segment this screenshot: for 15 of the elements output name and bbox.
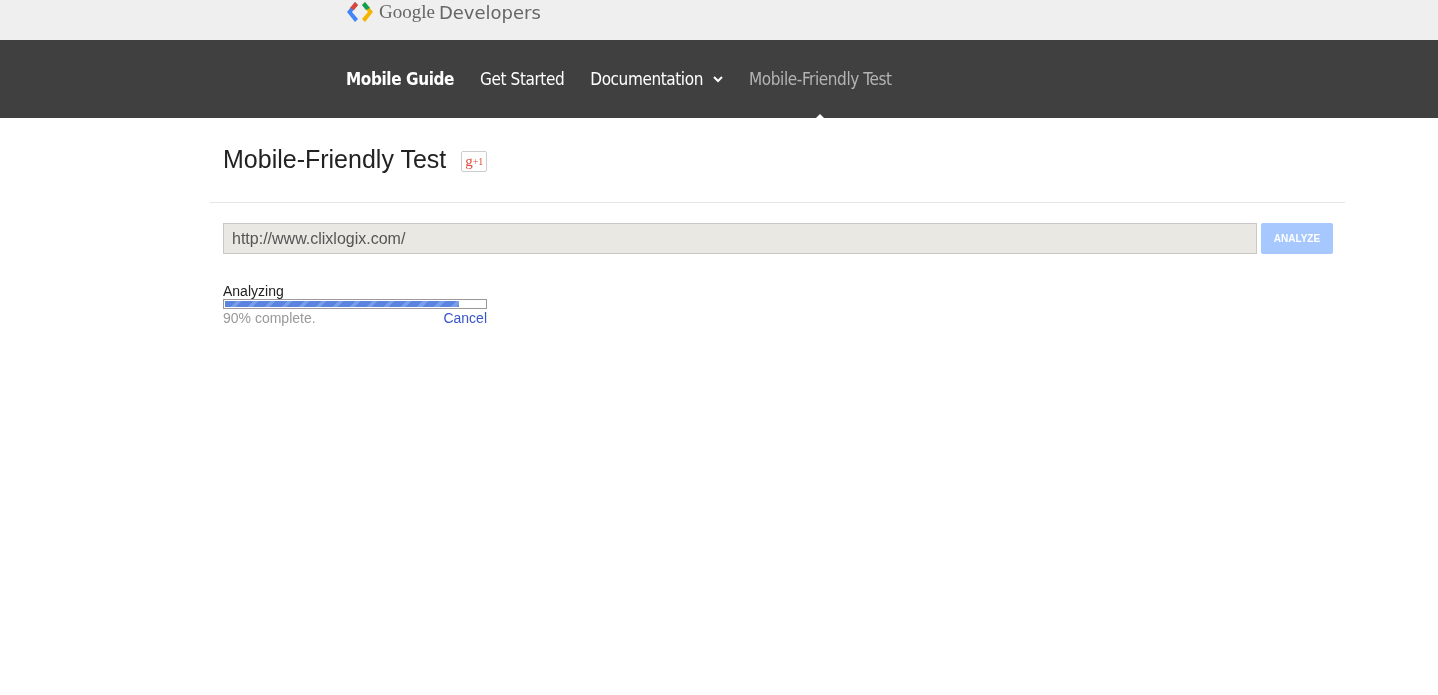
plus-one-button[interactable]: g+1 <box>461 151 488 172</box>
nav-link[interactable]: Mobile-Friendly Test <box>749 69 892 89</box>
chevrons-logo-icon <box>346 1 374 23</box>
selection-pointer <box>814 114 827 120</box>
nav-link[interactable]: Get Started <box>480 69 565 89</box>
logo-text: Google <box>379 1 435 23</box>
nav-link[interactable]: Documentation <box>590 69 723 89</box>
logo-suffix: Developers <box>438 1 541 23</box>
chevron-down-icon <box>713 75 723 83</box>
progress-status: 90% complete. <box>223 310 316 326</box>
page-title: Mobile-Friendly Test <box>223 144 447 174</box>
url-input-field[interactable]: http://www.clixlogix.com/ <box>223 223 1257 254</box>
cancel-link[interactable]: Cancel <box>443 310 487 326</box>
site-title-link[interactable]: Mobile Guide <box>346 69 455 89</box>
progress-label: Analyzing <box>223 284 285 299</box>
